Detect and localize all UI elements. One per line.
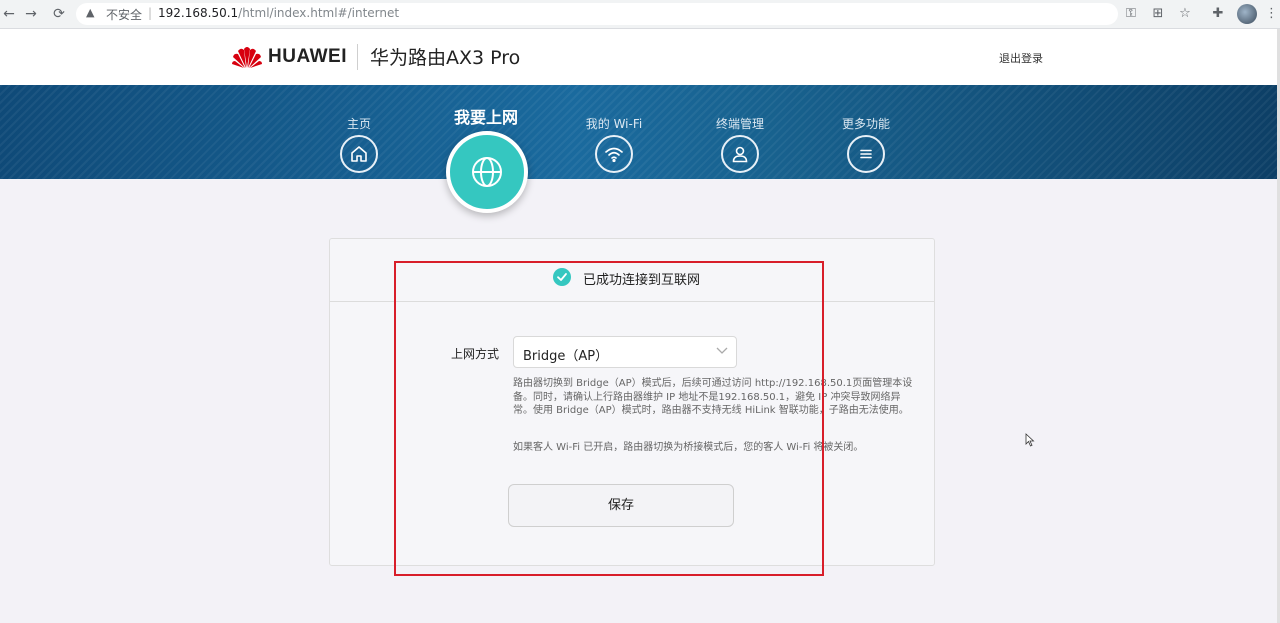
menu-icon[interactable] (847, 135, 885, 173)
extensions-icon[interactable]: ✚ (1210, 6, 1226, 22)
nav-devices-label: 终端管理 (715, 117, 764, 131)
star-icon[interactable]: ☆ (1177, 6, 1193, 22)
translate-icon[interactable]: ⊞ (1150, 6, 1166, 22)
header-divider (357, 44, 358, 70)
home-icon[interactable] (340, 135, 378, 173)
key-icon[interactable]: ⚿ (1123, 6, 1139, 22)
address-bar[interactable]: ▲ 不安全 | 192.168.50.1/html/index.html#/in… (76, 3, 1118, 25)
nav-home-label: 主页 (346, 117, 371, 131)
mode-description: 路由器切换到 Bridge（AP）模式后，后续可通过访问 http://192.… (513, 378, 913, 416)
insecure-label[interactable]: 不安全 (106, 6, 142, 23)
check-circle-icon (553, 268, 571, 286)
brand-name: HUAWEI (268, 46, 347, 67)
url-host: 192.168.50.1 (158, 6, 239, 20)
nav-more-label: 更多功能 (841, 117, 890, 131)
product-title: 华为路由AX3 Pro (370, 47, 521, 69)
forward-icon[interactable]: → (22, 5, 40, 23)
address-separator: | (148, 6, 153, 20)
url-text[interactable]: 192.168.50.1/html/index.html#/internet (158, 6, 399, 20)
reload-icon[interactable]: ⟳ (50, 5, 68, 23)
user-icon[interactable] (721, 135, 759, 173)
profile-avatar[interactable] (1237, 4, 1257, 24)
connection-mode-value: Bridge（AP） (523, 349, 609, 364)
router-header: HUAWEI 华为路由AX3 Pro 退出登录 (0, 29, 1277, 85)
connection-mode-label: 上网方式 (451, 347, 500, 361)
browser-toolbar: ← → ⟳ ▲ 不安全 | 192.168.50.1/html/index.ht… (0, 0, 1280, 29)
connection-status: 已成功连接到互联网 (583, 273, 701, 288)
mouse-cursor-icon (1025, 433, 1035, 447)
save-button[interactable]: 保存 (508, 484, 734, 527)
huawei-logo-icon (232, 47, 262, 68)
card-divider (330, 301, 934, 302)
warning-icon[interactable]: ▲ (86, 6, 94, 19)
nav-wifi-label: 我的 Wi-Fi (585, 117, 643, 131)
nav-internet-label[interactable]: 我要上网 (436, 104, 536, 128)
back-icon[interactable]: ← (0, 5, 18, 23)
nav-banner: 主页 我的 Wi-Fi 终端管理 更多功能 (0, 85, 1277, 179)
connection-mode-select[interactable]: Bridge（AP） (513, 336, 737, 368)
globe-icon[interactable] (446, 131, 528, 213)
url-path: /html/index.html#/internet (238, 6, 400, 20)
logout-link[interactable]: 退出登录 (999, 50, 1043, 66)
guest-wifi-note: 如果客人 Wi-Fi 已开启，路由器切换为桥接模式后，您的客人 Wi-Fi 将被… (513, 442, 864, 453)
wifi-icon[interactable] (595, 135, 633, 173)
browser-menu-icon[interactable]: ⋮ (1265, 6, 1278, 22)
internet-settings-card: 已成功连接到互联网 上网方式 Bridge（AP） 路由器切换到 Bridge（… (329, 238, 935, 566)
chevron-down-icon (716, 347, 728, 354)
